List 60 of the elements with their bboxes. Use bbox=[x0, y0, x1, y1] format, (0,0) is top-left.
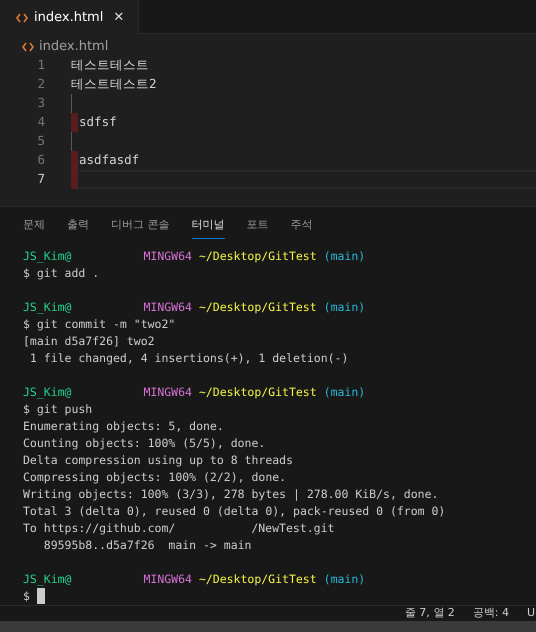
terminal-cursor[interactable] bbox=[36, 588, 45, 604]
terminal-line: 1 file changed, 4 insertions(+), 1 deletion(-) bbox=[28, 350, 348, 367]
line-number: 1 bbox=[36, 56, 45, 74]
terminal-line: $ git push bbox=[23, 401, 92, 418]
terminal-line: Total 3 (delta 0), reused 0 (delta 0), pack-reused 0 (from 0) bbox=[23, 503, 446, 520]
prompt-branch: (main) bbox=[324, 299, 366, 316]
panel-tab[interactable]: 디버그 콘솔 bbox=[111, 213, 170, 239]
panel-tab[interactable]: 주석 bbox=[290, 213, 312, 239]
prompt-branch: (main) bbox=[324, 248, 366, 265]
prompt-user: JS_Kim@ bbox=[23, 248, 72, 265]
code-line: sdfsf bbox=[79, 113, 117, 132]
code-file-icon bbox=[22, 42, 34, 52]
editor-tab[interactable]: index.html ✕ bbox=[0, 0, 140, 34]
terminal-line: Writing objects: 100% (3/3), 278 bytes | 278.00 KiB/s, done. bbox=[23, 486, 438, 503]
terminal-line: Compressing objects: 100% (2/2), done. bbox=[23, 469, 286, 486]
prompt-path: ~/Desktop/GitTest bbox=[198, 384, 317, 401]
terminal-line: Enumerating objects: 5, done. bbox=[23, 418, 224, 435]
prompt-system: MINGW64 bbox=[143, 299, 192, 316]
prompt-system: MINGW64 bbox=[143, 571, 192, 588]
prompt-symbol: $ bbox=[23, 588, 30, 605]
status-item[interactable]: 공백: 4 bbox=[472, 606, 509, 621]
line-number: 6 bbox=[36, 151, 45, 170]
panel-tab[interactable]: 문제 bbox=[23, 213, 45, 239]
code-line: 테스트테스트2 bbox=[71, 75, 157, 94]
code-line: asdfasdf bbox=[79, 151, 140, 170]
prompt-branch: (main) bbox=[324, 384, 366, 401]
prompt-path: ~/Desktop/GitTest bbox=[198, 248, 317, 265]
change-marker[interactable] bbox=[71, 170, 78, 189]
prompt-system: MINGW64 bbox=[143, 248, 192, 265]
prompt-system: MINGW64 bbox=[143, 384, 192, 401]
line-number: 7 bbox=[36, 170, 45, 188]
terminal-line: Counting objects: 100% (5/5), done. bbox=[23, 435, 266, 452]
line-number: 2 bbox=[36, 75, 45, 94]
terminal-line: $ git add . bbox=[23, 265, 100, 282]
prompt-user: JS_Kim@ bbox=[23, 571, 72, 588]
prompt-path: ~/Desktop/GitTest bbox=[198, 571, 317, 588]
line-number: 4 bbox=[36, 113, 45, 132]
status-item[interactable]: 줄 7, 열 2 bbox=[404, 606, 455, 621]
prompt-branch: (main) bbox=[324, 571, 366, 588]
terminal-line: To https://github.com/ bbox=[23, 520, 176, 537]
prompt-user: JS_Kim@ bbox=[23, 299, 72, 316]
terminal-line: $ git commit -m "two2" bbox=[23, 316, 176, 333]
terminal-line: 89595b8..d5a7f26 main -> main bbox=[42, 537, 252, 554]
line-number: 5 bbox=[36, 132, 45, 150]
line-number: 3 bbox=[36, 94, 45, 112]
code-file-icon bbox=[16, 12, 28, 22]
change-marker[interactable] bbox=[71, 113, 78, 132]
terminal-line: [main d5a7f26] two2 bbox=[23, 333, 155, 350]
breadcrumb[interactable]: index.html bbox=[39, 36, 108, 56]
close-icon[interactable]: ✕ bbox=[109, 8, 128, 28]
prompt-path: ~/Desktop/GitTest bbox=[198, 299, 317, 316]
panel-tab[interactable]: 터미널 bbox=[192, 213, 224, 239]
terminal-line: Delta compression using up to 8 threads bbox=[23, 452, 294, 469]
panel-tab[interactable]: 포트 bbox=[246, 213, 268, 239]
terminal-line: /NewTest.git bbox=[251, 520, 334, 537]
change-marker[interactable] bbox=[71, 151, 78, 170]
status-item[interactable]: U bbox=[527, 606, 536, 621]
code-line: 테스트테스트 bbox=[71, 56, 149, 74]
prompt-user: JS_Kim@ bbox=[23, 384, 72, 401]
panel-tab[interactable]: 출력 bbox=[67, 213, 89, 239]
